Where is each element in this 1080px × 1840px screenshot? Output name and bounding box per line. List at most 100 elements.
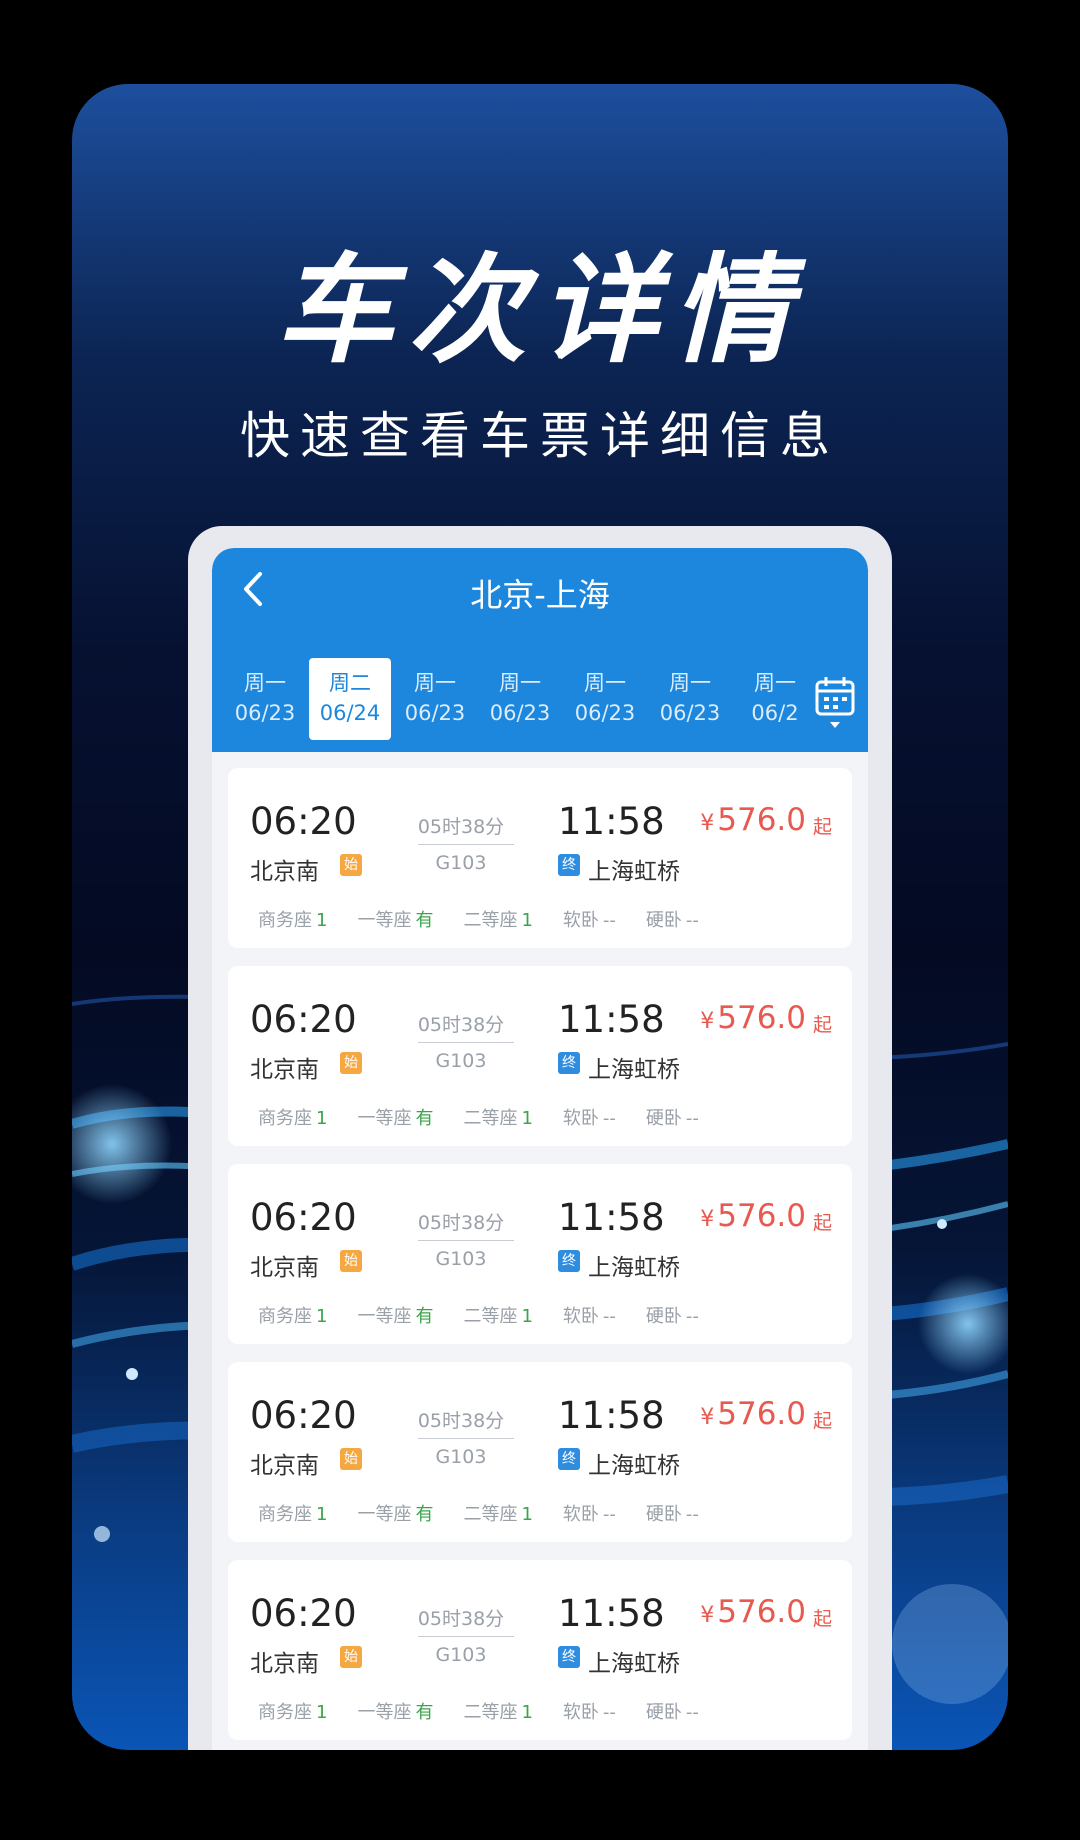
origin-badge: 始 xyxy=(340,1646,362,1668)
departure-station: 北京南 xyxy=(250,1255,319,1281)
date-tab[interactable]: 周一 06/2 xyxy=(734,658,814,740)
seat-class-count: -- xyxy=(602,1108,616,1129)
seat-class-name: 二等座 xyxy=(463,910,518,931)
headline: 车次详情 xyxy=(275,241,804,379)
seat-class: 二等座 1 xyxy=(463,1302,532,1328)
seat-class-count: 1 xyxy=(521,1702,533,1723)
ticket-price: ¥576.0 xyxy=(700,1594,806,1630)
seat-class-count: -- xyxy=(602,1702,616,1723)
seat-class-count: 1 xyxy=(316,1108,328,1129)
seat-class: 硬卧 -- xyxy=(646,1500,699,1526)
travel-duration: 05时38分 xyxy=(417,1212,505,1234)
seat-class: 商务座 1 xyxy=(258,1104,327,1130)
train-card[interactable]: 06:20 北京南始 05时38分 G103 11:58 终上海虹桥 ¥576.0 起商务座 1… xyxy=(228,966,852,1146)
seat-class: 一等座有 xyxy=(357,1302,433,1328)
seat-class-count: 1 xyxy=(316,910,328,931)
seat-class-name: 软卧 xyxy=(562,910,599,931)
date-tab[interactable]: 周一 06/23 xyxy=(564,658,646,740)
seat-class: 硬卧 -- xyxy=(646,1302,699,1328)
arrival-time: 11:58 xyxy=(558,998,665,1041)
date-tab-date: 06/23 xyxy=(489,701,551,725)
seat-class-count: 有 xyxy=(415,1306,434,1327)
date-tab[interactable]: 周二 06/24 xyxy=(309,658,391,740)
seat-class-name: 硬卧 xyxy=(645,1306,682,1327)
seat-class-count: -- xyxy=(685,910,699,931)
seat-class-name: 一等座 xyxy=(357,910,412,931)
seat-class-name: 一等座 xyxy=(357,1108,412,1129)
seat-class: 软卧 -- xyxy=(563,1698,616,1724)
seat-class: 硬卧 -- xyxy=(646,1104,699,1130)
price-suffix: 起 xyxy=(812,816,832,838)
terminal-badge: 终 xyxy=(558,854,580,876)
seat-class: 商务座 1 xyxy=(258,906,327,932)
seat-availability: 商务座 1 一等座有二等座 1 软卧 -- 硬卧 -- xyxy=(258,1104,842,1130)
currency-symbol: ¥ xyxy=(700,1207,715,1232)
price-suffix: 起 xyxy=(812,1014,832,1036)
departure-station: 北京南 xyxy=(250,1651,319,1677)
ticket-price: ¥576.0 xyxy=(700,1396,806,1432)
phone-mockup: 北京-上海 周一 06/23 周二 06/24 周一 06/23 周一 06/23 周一 06/2… xyxy=(188,526,892,1750)
seat-class-count: 1 xyxy=(316,1702,328,1723)
app-header: 北京-上海 周一 06/23 周二 06/24 周一 06/23 周一 06/23 周一 06/2… xyxy=(212,548,868,752)
date-tab-date: 06/23 xyxy=(404,701,466,725)
date-tab[interactable]: 周一 06/23 xyxy=(394,658,476,740)
date-tab[interactable]: 周一 06/23 xyxy=(479,658,561,740)
arrival-station: 上海虹桥 xyxy=(588,859,680,885)
seat-class-count: 1 xyxy=(316,1306,328,1327)
currency-symbol: ¥ xyxy=(700,811,715,836)
train-card[interactable]: 06:20 北京南始 05时38分 G103 11:58 终上海虹桥 ¥576.0 起商务座 1… xyxy=(228,1164,852,1344)
train-number: G103 xyxy=(435,852,487,874)
date-tab[interactable]: 周一 06/23 xyxy=(649,658,731,740)
train-card[interactable]: 06:20 北京南始 05时38分 G103 11:58 终上海虹桥 ¥576.0 起商务座 1… xyxy=(228,768,852,948)
train-card[interactable]: 06:20 北京南始 05时38分 G103 11:58 终上海虹桥 ¥576.0 起商务座 1… xyxy=(228,1362,852,1542)
date-tab[interactable]: 周一 06/23 xyxy=(224,658,306,740)
route-line xyxy=(418,1438,514,1439)
arrival-station: 上海虹桥 xyxy=(588,1255,680,1281)
calendar-icon[interactable] xyxy=(814,674,856,732)
seat-class: 一等座有 xyxy=(357,1104,433,1130)
travel-duration: 05时38分 xyxy=(417,1410,505,1432)
travel-duration: 05时38分 xyxy=(417,1014,505,1036)
seat-availability: 商务座 1 一等座有二等座 1 软卧 -- 硬卧 -- xyxy=(258,906,842,932)
seat-class: 商务座 1 xyxy=(258,1500,327,1526)
seat-class-count: 1 xyxy=(521,1108,533,1129)
seat-class-name: 硬卧 xyxy=(645,1504,682,1525)
route-title: 北京-上海 xyxy=(470,576,610,614)
seat-class-count: 有 xyxy=(415,1702,434,1723)
departure-station: 北京南 xyxy=(250,859,319,885)
seat-class-count: -- xyxy=(602,1504,616,1525)
seat-class-count: -- xyxy=(685,1306,699,1327)
route-line xyxy=(418,1636,514,1637)
seat-class: 二等座 1 xyxy=(463,1104,532,1130)
price-suffix: 起 xyxy=(812,1608,832,1630)
seat-class: 一等座有 xyxy=(357,1500,433,1526)
date-tab-date: 06/2 xyxy=(751,701,799,725)
departure-time: 06:20 xyxy=(250,1394,357,1437)
origin-badge: 始 xyxy=(340,1448,362,1470)
seat-class: 软卧 -- xyxy=(563,906,616,932)
seat-class-count: 有 xyxy=(415,1504,434,1525)
arrival-time: 11:58 xyxy=(558,1196,665,1239)
date-tab-weekday: 周一 xyxy=(669,671,711,695)
currency-symbol: ¥ xyxy=(700,1009,715,1034)
seat-class-count: 有 xyxy=(415,910,434,931)
seat-class-name: 硬卧 xyxy=(645,1108,682,1129)
date-tab-weekday: 周一 xyxy=(414,671,456,695)
route-line xyxy=(418,1042,514,1043)
seat-class-name: 商务座 xyxy=(258,1108,312,1129)
terminal-badge: 终 xyxy=(558,1052,580,1074)
ticket-price: ¥576.0 xyxy=(700,1198,806,1234)
departure-time: 06:20 xyxy=(250,1196,357,1239)
departure-station: 北京南 xyxy=(250,1453,319,1479)
departure-time: 06:20 xyxy=(250,998,357,1041)
price-suffix: 起 xyxy=(812,1212,832,1234)
seat-class-name: 商务座 xyxy=(258,910,312,931)
seat-class-name: 商务座 xyxy=(258,1306,312,1327)
terminal-badge: 终 xyxy=(558,1250,580,1272)
date-tab-date: 06/23 xyxy=(234,701,296,725)
subheadline: 快速查看车票详细信息 xyxy=(240,407,840,465)
seat-class-count: 1 xyxy=(316,1504,328,1525)
train-card[interactable]: 06:20 北京南始 05时38分 G103 11:58 终上海虹桥 ¥576.0 起商务座 1… xyxy=(228,1560,852,1740)
seat-class-name: 软卧 xyxy=(562,1504,599,1525)
departure-station: 北京南 xyxy=(250,1057,319,1083)
